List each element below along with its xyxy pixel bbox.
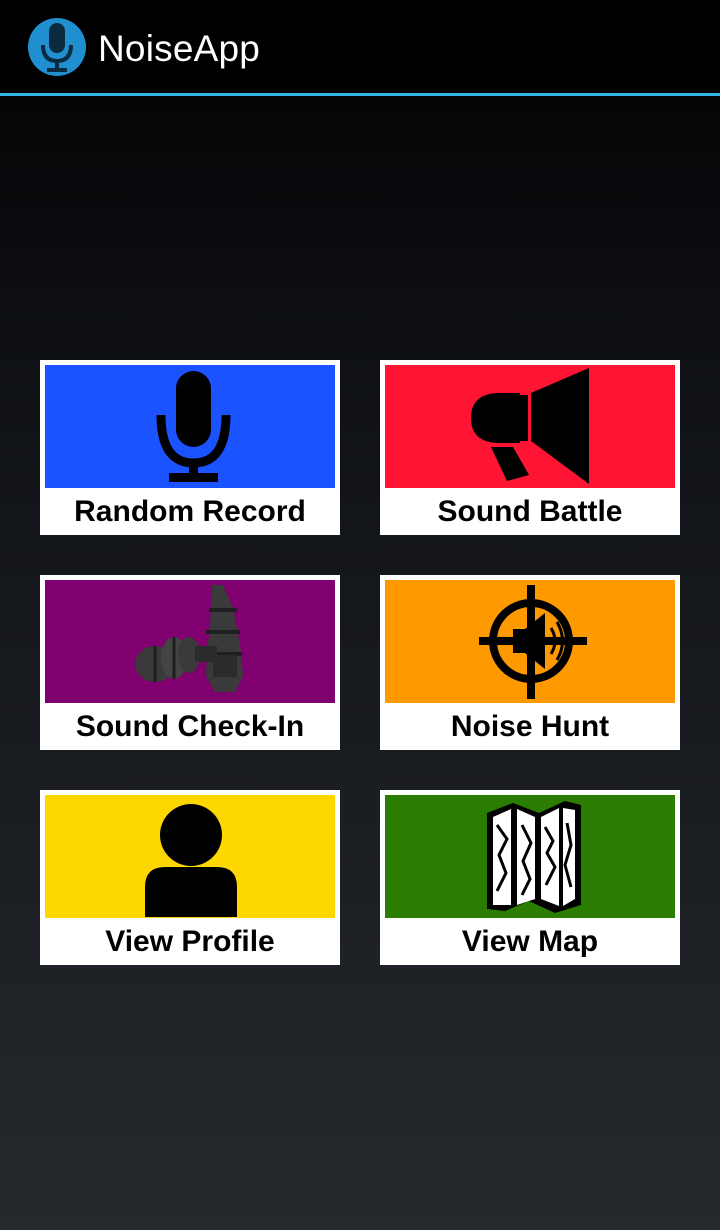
noise-hunt-label: Noise Hunt xyxy=(450,710,610,743)
sound-check-in-art xyxy=(45,580,335,703)
folded-map-icon xyxy=(487,801,581,913)
crosshair-speaker-icon xyxy=(479,585,587,699)
view-profile-art xyxy=(45,795,335,918)
action-bar: NoiseApp xyxy=(0,0,720,96)
app-title: NoiseApp xyxy=(98,28,261,69)
view-map-label: View Map xyxy=(461,925,599,958)
sound-check-in-label: Sound Check-In xyxy=(75,710,305,743)
view-profile-label: View Profile xyxy=(105,925,275,958)
noise-hunt-art xyxy=(385,580,675,703)
random-record-art xyxy=(45,365,335,488)
view-map-button[interactable]: View Map xyxy=(380,790,680,965)
sound-battle-art xyxy=(385,365,675,488)
microphone-icon xyxy=(156,371,231,482)
view-profile-button[interactable]: View Profile xyxy=(40,790,340,965)
sound-battle-button[interactable]: Sound Battle xyxy=(380,360,680,535)
random-record-button[interactable]: Random Record xyxy=(40,360,340,535)
view-map-art xyxy=(385,795,675,918)
sound-battle-label: Sound Battle xyxy=(437,495,623,528)
sound-check-in-button[interactable]: Sound Check-In xyxy=(40,575,340,750)
megaphone-icon xyxy=(471,368,589,484)
earplugs-icon xyxy=(135,585,243,692)
random-record-label: Random Record xyxy=(74,495,306,528)
app-microphone-icon[interactable] xyxy=(27,17,87,77)
noise-hunt-button[interactable]: Noise Hunt xyxy=(380,575,680,750)
person-icon xyxy=(145,804,237,917)
